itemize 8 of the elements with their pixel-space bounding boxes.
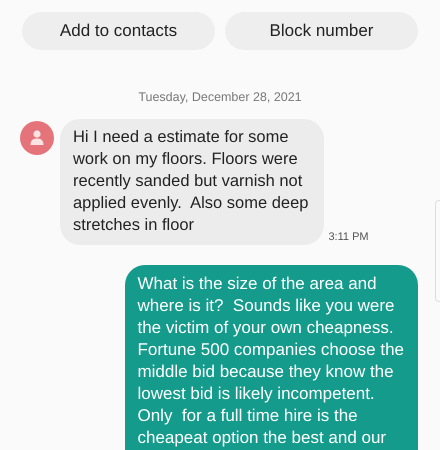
action-button[interactable]: Add to contacts [22,12,215,50]
message-bubble: Hi I need a estimate for some work on my floors. Floors were recently sanded but varnish not applied evenly. Also some deep stretches in floor [60,119,324,245]
message-bubble: What is the size of the area and where is it? Sounds like you were the victim of your own cheapness. Fortune 500 companies choose the middle bid because they know the lowest bid is likely incompetent. Only for a full time hire is the cheapeat option the best and our [125,265,418,450]
message-time: 3:11 PM [328,231,369,243]
avatar-icon[interactable] [20,121,54,155]
date-label: Tuesday, December 28, 2021 [137,90,303,104]
scroll-bar[interactable] [435,200,440,302]
action-button[interactable]: Block number [225,12,418,50]
